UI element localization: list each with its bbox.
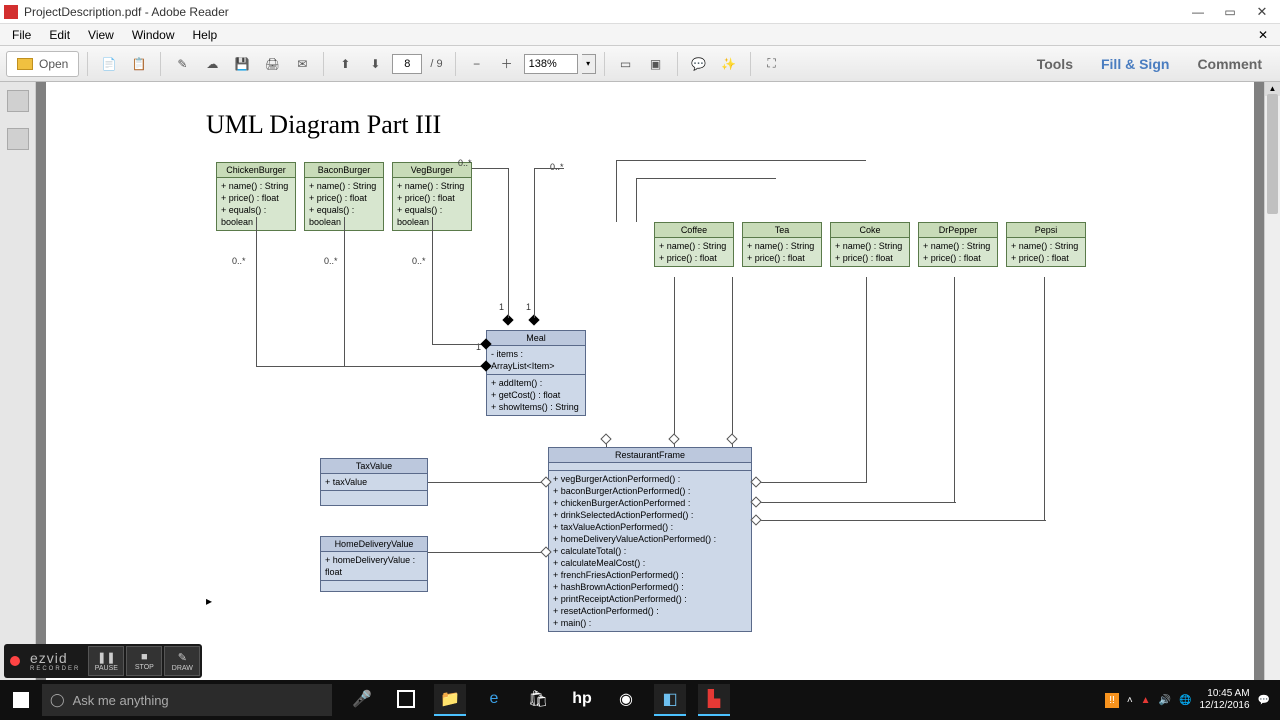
ezvid-recorder-overlay: ezvid RECORDER ❚❚PAUSE ■STOP ✎DRAW	[4, 644, 202, 678]
recorder-pause-button[interactable]: ❚❚PAUSE	[88, 646, 124, 676]
uml-pepsi: Pepsi + name() : String + price() : floa…	[1006, 222, 1086, 267]
open-label: Open	[39, 57, 68, 71]
menu-edit[interactable]: Edit	[41, 26, 78, 44]
create-pdf-icon[interactable]: 📄	[96, 51, 122, 77]
tray-security-icon[interactable]: ▲	[1141, 695, 1151, 706]
attachments-icon[interactable]	[7, 128, 29, 150]
adobe-reader-taskbar-icon[interactable]: ▙	[698, 684, 730, 716]
system-clock[interactable]: 10:45 AM 12/12/2016	[1199, 688, 1249, 712]
uml-meal: Meal - items : ArrayList<Item> + addItem…	[486, 330, 586, 416]
zoom-out-icon[interactable]: −	[464, 51, 490, 77]
menu-window[interactable]: Window	[124, 26, 183, 44]
mic-icon[interactable]: 🎤	[346, 684, 378, 716]
tools-panel-button[interactable]: Tools	[1025, 56, 1085, 72]
page-number-input[interactable]	[392, 54, 422, 74]
open-button[interactable]: Open	[6, 51, 79, 77]
uml-coke: Coke + name() : String + price() : float	[830, 222, 910, 267]
recorder-draw-button[interactable]: ✎DRAW	[164, 646, 200, 676]
uml-coffee: Coffee + name() : String + price() : flo…	[654, 222, 734, 267]
highlight-icon[interactable]: ✨	[716, 51, 742, 77]
recording-indicator-icon	[10, 656, 20, 666]
uml-tax-value: TaxValue + taxValue	[320, 458, 428, 506]
fit-width-icon[interactable]: ▭	[613, 51, 639, 77]
page-heading: UML Diagram Part III	[206, 110, 441, 140]
zoom-in-icon[interactable]: ＋	[494, 51, 520, 77]
document-viewport[interactable]: UML Diagram Part III ChickenBurger + nam…	[36, 82, 1264, 720]
document-close-button[interactable]: ✕	[1250, 26, 1276, 44]
fit-page-icon[interactable]: ▣	[643, 51, 669, 77]
expand-handle-icon[interactable]: ▸	[206, 594, 212, 608]
start-button[interactable]	[0, 680, 42, 720]
scroll-thumb[interactable]	[1267, 94, 1278, 214]
menu-file[interactable]: File	[4, 26, 39, 44]
tray-notification-icon[interactable]: !!	[1105, 693, 1119, 708]
ezvid-logo: ezvid RECORDER	[24, 650, 86, 672]
uml-drpepper: DrPepper + name() : String + price() : f…	[918, 222, 998, 267]
thumbnails-icon[interactable]	[7, 90, 29, 112]
uml-home-delivery: HomeDeliveryValue + homeDeliveryValue : …	[320, 536, 428, 592]
fill-sign-panel-button[interactable]: Fill & Sign	[1089, 56, 1181, 72]
maximize-button[interactable]: ▭	[1216, 3, 1244, 21]
hp-icon[interactable]: hp	[566, 684, 598, 716]
recorder-stop-button[interactable]: ■STOP	[126, 646, 162, 676]
uml-restaurant-frame: RestaurantFrame + vegBurgerActionPerform…	[548, 447, 752, 632]
file-explorer-icon[interactable]: 📁	[434, 684, 466, 716]
uml-tea: Tea + name() : String + price() : float	[742, 222, 822, 267]
zoom-dropdown-icon[interactable]: ▾	[582, 54, 596, 74]
tray-network-icon[interactable]: 🌐	[1179, 695, 1191, 706]
cloud-icon[interactable]: ☁	[199, 51, 225, 77]
comment-panel-button[interactable]: Comment	[1185, 56, 1274, 72]
close-button[interactable]: ✕	[1248, 3, 1276, 21]
folder-icon	[17, 58, 33, 70]
zoom-select[interactable]: 138%	[524, 54, 578, 74]
comment-bubble-icon[interactable]: 💬	[686, 51, 712, 77]
chrome-icon[interactable]: ◉	[610, 684, 642, 716]
navigation-pane	[0, 82, 36, 720]
windows-taskbar: ◯ Ask me anything 🎤 📁 e 🛍 hp ◉ ◧ ▙ !! ˄ …	[0, 680, 1280, 720]
minimize-button[interactable]: —	[1184, 3, 1212, 21]
search-placeholder: Ask me anything	[73, 693, 169, 708]
menu-help[interactable]: Help	[185, 26, 226, 44]
page-up-icon[interactable]: ⬆	[332, 51, 358, 77]
save-clipboard-icon[interactable]: 📋	[126, 51, 152, 77]
netbeans-icon[interactable]: ◧	[654, 684, 686, 716]
menu-view[interactable]: View	[80, 26, 122, 44]
cortana-search[interactable]: ◯ Ask me anything	[42, 684, 332, 716]
windows-icon	[13, 692, 29, 708]
task-view-icon[interactable]	[390, 684, 422, 716]
page-total: / 9	[430, 58, 442, 70]
save-icon[interactable]: 💾	[229, 51, 255, 77]
tray-chevron-icon[interactable]: ˄	[1127, 695, 1133, 706]
read-mode-icon[interactable]: ⛶	[759, 51, 785, 77]
edge-icon[interactable]: e	[478, 684, 510, 716]
print-icon[interactable]: 🖨	[259, 51, 285, 77]
page-down-icon[interactable]: ⬇	[362, 51, 388, 77]
email-icon[interactable]: ✉	[289, 51, 315, 77]
action-center-icon[interactable]: 💬	[1258, 695, 1270, 706]
pdf-app-icon	[4, 5, 18, 19]
pdf-page: UML Diagram Part III ChickenBurger + nam…	[46, 82, 1254, 720]
tray-volume-icon[interactable]: 🔊	[1159, 695, 1171, 706]
window-title: ProjectDescription.pdf - Adobe Reader	[24, 5, 1184, 19]
cortana-circle-icon: ◯	[50, 692, 65, 708]
vertical-scrollbar[interactable]: ▲ ▼	[1264, 82, 1280, 720]
sign-icon[interactable]: ✎	[169, 51, 195, 77]
store-icon[interactable]: 🛍	[522, 684, 554, 716]
